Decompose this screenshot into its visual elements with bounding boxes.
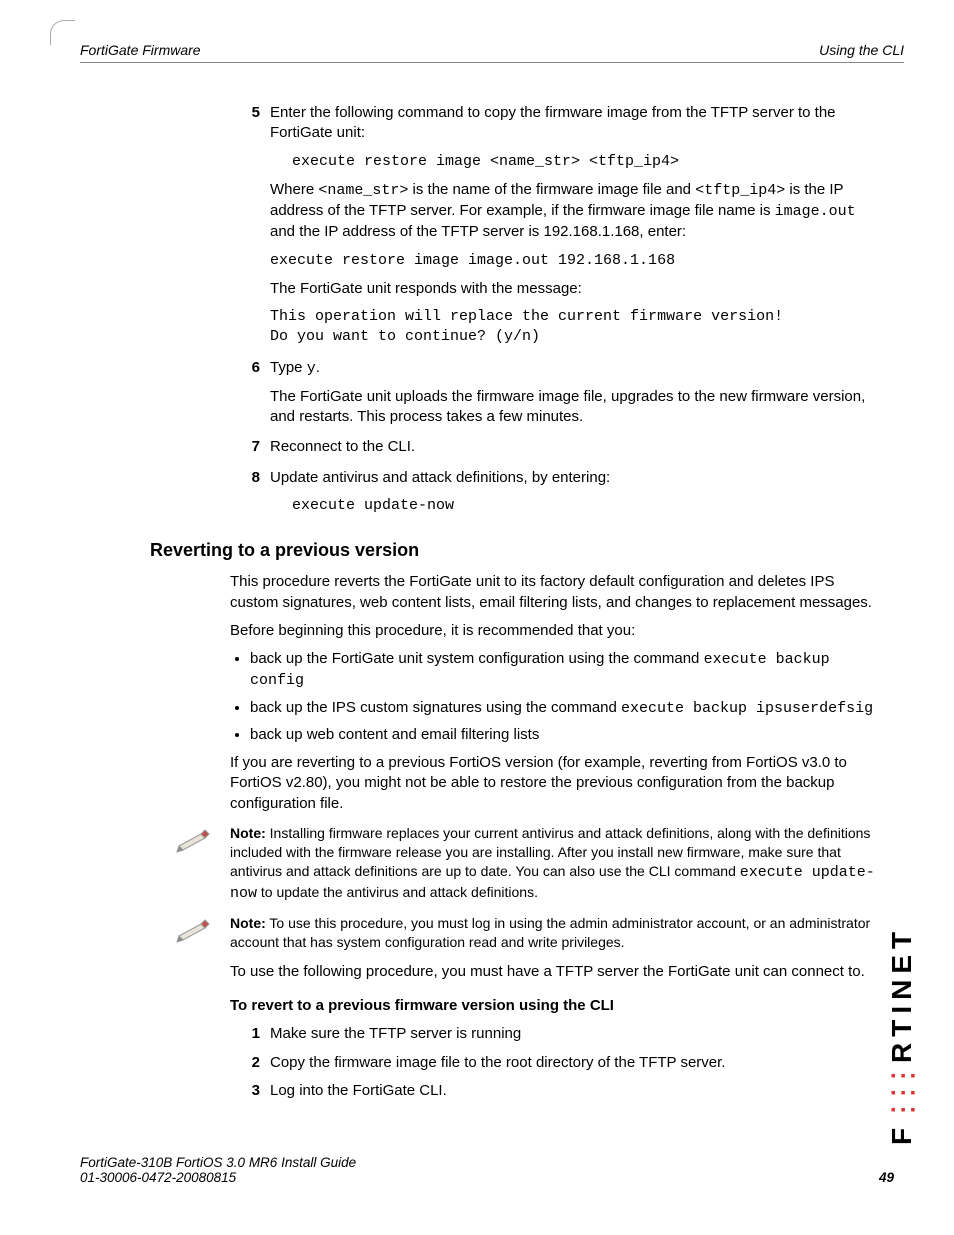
logo-text-b: RTINET	[886, 926, 918, 1063]
step-3: 3 Log into the FortiGate CLI.	[230, 1081, 884, 1101]
fortinet-logo: F ▪▪▪▪▪▪▪▪▪ RTINET	[886, 925, 918, 1145]
footer-line-2: 01-30006-0472-20080815	[80, 1170, 356, 1185]
step-number: 8	[230, 468, 260, 488]
note-label: Note:	[230, 825, 266, 841]
list-item: back up web content and email filtering …	[250, 725, 884, 745]
text: Type	[270, 359, 307, 376]
inline-code: execute backup ipsuserdefsig	[621, 700, 873, 717]
text: .	[316, 359, 320, 376]
text: back up the IPS custom signatures using …	[250, 699, 621, 716]
step-text: Enter the following command to copy the …	[270, 103, 884, 144]
procedure-title: To revert to a previous firmware version…	[230, 996, 884, 1016]
step-text: The FortiGate unit responds with the mes…	[270, 279, 884, 299]
note-label: Note:	[230, 915, 266, 931]
logo-dots-icon: ▪▪▪▪▪▪▪▪▪	[887, 1067, 916, 1118]
header-rule	[80, 62, 904, 63]
logo-text-a: F	[886, 1122, 918, 1145]
command-block: execute restore image <name_str> <tftp_i…	[292, 152, 884, 172]
command-block: execute restore image image.out 192.168.…	[270, 251, 884, 271]
footer-left: FortiGate-310B FortiOS 3.0 MR6 Install G…	[80, 1155, 356, 1185]
bullet-list: back up the FortiGate unit system config…	[230, 649, 884, 745]
step-text: The FortiGate unit uploads the firmware …	[270, 387, 884, 428]
note-block: Note: Installing firmware replaces your …	[230, 824, 884, 904]
section-heading: Reverting to a previous version	[150, 538, 884, 562]
inline-code: <tftp_ip4>	[695, 182, 785, 199]
step-number: 2	[230, 1053, 260, 1073]
step-text: Reconnect to the CLI.	[270, 437, 884, 457]
step-1: 1 Make sure the TFTP server is running	[230, 1024, 884, 1044]
text: Where	[270, 181, 318, 198]
text: is the name of the firmware image file a…	[408, 181, 695, 198]
inline-code: <name_str>	[318, 182, 408, 199]
header-left: FortiGate Firmware	[80, 42, 201, 58]
steps-continued: 5 Enter the following command to copy th…	[230, 103, 884, 516]
text: and the IP address of the TFTP server is…	[270, 223, 686, 240]
header-right: Using the CLI	[819, 42, 904, 58]
step-number: 5	[230, 103, 260, 123]
step-text: Type y.	[270, 358, 884, 379]
note-text: To use this procedure, you must log in u…	[230, 915, 870, 950]
step-7: 7 Reconnect to the CLI.	[230, 437, 884, 457]
step-text: Log into the FortiGate CLI.	[270, 1082, 447, 1099]
step-2: 2 Copy the firmware image file to the ro…	[230, 1053, 884, 1073]
step-8: 8 Update antivirus and attack definition…	[230, 468, 884, 517]
revert-steps: 1 Make sure the TFTP server is running 2…	[230, 1024, 884, 1101]
step-text: Update antivirus and attack definitions,…	[270, 468, 884, 488]
command-block: execute update-now	[292, 496, 884, 516]
step-number: 3	[230, 1081, 260, 1101]
note-icon	[175, 824, 211, 854]
inline-code: image.out	[775, 203, 856, 220]
note-block: Note: To use this procedure, you must lo…	[230, 914, 884, 952]
page-footer: FortiGate-310B FortiOS 3.0 MR6 Install G…	[80, 1155, 894, 1185]
console-output: This operation will replace the current …	[270, 307, 884, 348]
note-text: to update the antivirus and attack defin…	[257, 884, 538, 900]
footer-line-1: FortiGate-310B FortiOS 3.0 MR6 Install G…	[80, 1155, 356, 1170]
text: back up the FortiGate unit system config…	[250, 650, 704, 667]
running-header: FortiGate Firmware Using the CLI	[80, 42, 904, 58]
inline-code: y	[307, 360, 316, 377]
paragraph: If you are reverting to a previous Forti…	[230, 753, 884, 814]
paragraph: To use the following procedure, you must…	[230, 962, 884, 982]
step-number: 6	[230, 358, 260, 378]
step-explain: Where <name_str> is the name of the firm…	[270, 180, 884, 243]
list-item: back up the FortiGate unit system config…	[250, 649, 884, 692]
step-number: 7	[230, 437, 260, 457]
page-number: 49	[879, 1170, 894, 1185]
list-item: back up the IPS custom signatures using …	[250, 698, 884, 719]
page-corner	[50, 20, 75, 45]
step-text: Make sure the TFTP server is running	[270, 1025, 521, 1042]
step-text: Copy the firmware image file to the root…	[270, 1054, 725, 1071]
note-icon	[175, 914, 211, 944]
paragraph: This procedure reverts the FortiGate uni…	[230, 572, 884, 613]
paragraph: Before beginning this procedure, it is r…	[230, 621, 884, 641]
body-content: 5 Enter the following command to copy th…	[230, 103, 884, 1101]
step-5: 5 Enter the following command to copy th…	[230, 103, 884, 348]
step-number: 1	[230, 1024, 260, 1044]
step-6: 6 Type y. The FortiGate unit uploads the…	[230, 358, 884, 428]
